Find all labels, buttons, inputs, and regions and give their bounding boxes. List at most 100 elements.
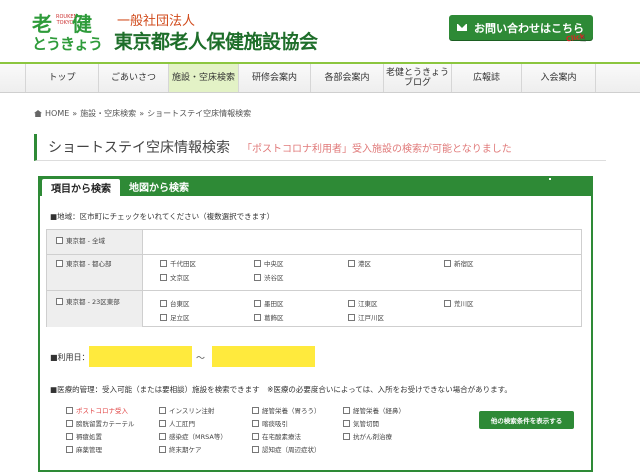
ward-checkbox[interactable]: 中央区 bbox=[254, 258, 284, 268]
nav-spacer bbox=[0, 64, 26, 92]
area-checkbox-label: 東京都 - 23区東部 bbox=[66, 298, 120, 306]
date-from-input[interactable] bbox=[89, 346, 192, 367]
checkbox[interactable] bbox=[252, 407, 259, 414]
checkbox[interactable] bbox=[56, 237, 63, 244]
medical-checkbox[interactable]: 認知症（周辺症状） bbox=[252, 444, 321, 454]
checkbox[interactable] bbox=[159, 446, 166, 453]
checkbox[interactable] bbox=[56, 298, 63, 305]
checkbox[interactable] bbox=[159, 433, 166, 440]
checkbox[interactable] bbox=[252, 433, 259, 440]
show-more-conditions-button[interactable]: 他の検索条件を表示する bbox=[479, 411, 574, 429]
checkbox[interactable] bbox=[343, 433, 350, 440]
checkbox[interactable] bbox=[66, 420, 73, 427]
medical-checkbox[interactable]: 経管栄養（経鼻） bbox=[343, 405, 405, 415]
site-logo[interactable]: 老 ROUKEN TOKYO 健 とうきょう bbox=[32, 8, 108, 53]
checkbox[interactable] bbox=[252, 420, 259, 427]
ward-label: 文京区 bbox=[170, 274, 190, 282]
checkbox[interactable] bbox=[444, 260, 451, 267]
ward-checkbox[interactable]: 渋谷区 bbox=[254, 272, 284, 282]
checkbox[interactable] bbox=[160, 260, 167, 267]
medical-checkbox[interactable]: 褥瘡処置 bbox=[66, 431, 102, 441]
ward-checkbox[interactable]: 港区 bbox=[348, 258, 371, 268]
medical-label: 膀胱留置カテーテル bbox=[76, 420, 135, 428]
medical-checkbox[interactable]: 感染症（MRSA等） bbox=[159, 431, 227, 441]
medical-checkbox[interactable]: 在宅酸素療法 bbox=[252, 431, 301, 441]
ward-checkbox[interactable]: 葛飾区 bbox=[254, 312, 284, 322]
global-nav: トップ ごあいさつ 施設・空床検索 研修会案内 各部会案内 老健とうきょうブログ… bbox=[0, 62, 640, 93]
checkbox[interactable] bbox=[254, 314, 261, 321]
checkbox[interactable] bbox=[160, 274, 167, 281]
nav-item-greeting[interactable]: ごあいさつ bbox=[99, 64, 169, 92]
checkbox[interactable] bbox=[348, 300, 355, 307]
checkbox[interactable] bbox=[159, 420, 166, 427]
checkbox[interactable] bbox=[66, 446, 73, 453]
ward-checkbox[interactable]: 新宿区 bbox=[444, 258, 474, 268]
nav-item-divisions[interactable]: 各部会案内 bbox=[311, 64, 384, 92]
ward-checkbox[interactable]: 江東区 bbox=[348, 298, 378, 308]
nav-item-membership[interactable]: 入会案内 bbox=[522, 64, 596, 92]
medical-checkbox[interactable]: 喀痰吸引 bbox=[252, 418, 288, 428]
medical-label: 在宅酸素療法 bbox=[262, 433, 301, 441]
breadcrumb-level1[interactable]: 施設・空床検索 bbox=[80, 108, 136, 119]
ward-checkbox[interactable]: 江戸川区 bbox=[348, 312, 384, 322]
nav-item-training[interactable]: 研修会案内 bbox=[239, 64, 311, 92]
medical-checkbox[interactable]: インスリン注射 bbox=[159, 405, 214, 415]
checkbox[interactable] bbox=[160, 300, 167, 307]
medical-checkbox[interactable]: 膀胱留置カテーテル bbox=[66, 418, 135, 428]
area-row bbox=[47, 230, 581, 255]
ward-checkbox[interactable]: 墨田区 bbox=[254, 298, 284, 308]
nav-item-blog[interactable]: 老健とうきょうブログ bbox=[384, 64, 452, 92]
medical-checkbox[interactable]: 麻薬管理 bbox=[66, 444, 102, 454]
breadcrumb-home[interactable]: HOME bbox=[45, 109, 69, 118]
checkbox[interactable] bbox=[56, 260, 63, 267]
area-checkbox-all-tokyo[interactable]: 東京都 - 全域 bbox=[56, 235, 105, 245]
checkbox[interactable] bbox=[252, 446, 259, 453]
page-title: ショートステイ空床情報検索 bbox=[48, 140, 230, 156]
ward-checkbox[interactable]: 足立区 bbox=[160, 312, 190, 322]
ward-checkbox[interactable]: 千代田区 bbox=[160, 258, 196, 268]
medical-checkbox[interactable]: 経管栄養（胃ろう） bbox=[252, 405, 321, 415]
date-to-input[interactable] bbox=[212, 346, 315, 367]
date-range-separator: 〜 bbox=[196, 354, 206, 364]
home-icon bbox=[34, 110, 42, 117]
checkbox[interactable] bbox=[66, 433, 73, 440]
checkbox[interactable] bbox=[160, 314, 167, 321]
medical-checkbox-post-covid[interactable]: ポストコロナ受入 bbox=[66, 405, 128, 415]
tab-item-search[interactable]: 項目から検索 bbox=[42, 179, 120, 196]
checkbox[interactable] bbox=[254, 300, 261, 307]
ward-checkbox[interactable]: 荒川区 bbox=[444, 298, 474, 308]
medical-checkbox[interactable]: 終末期ケア bbox=[159, 444, 202, 454]
medical-label: 経管栄養（胃ろう） bbox=[262, 407, 321, 415]
nav-item-magazine[interactable]: 広報誌 bbox=[452, 64, 522, 92]
ward-label: 江戸川区 bbox=[358, 314, 384, 322]
checkbox[interactable] bbox=[66, 407, 73, 414]
checkbox[interactable] bbox=[343, 407, 350, 414]
checkbox[interactable] bbox=[254, 274, 261, 281]
tab-map-search[interactable]: 地図から検索 bbox=[120, 176, 198, 196]
breadcrumb: HOME » 施設・空床検索 » ショートステイ空床情報検索 bbox=[34, 108, 251, 119]
medical-checkbox[interactable]: 気管切開 bbox=[343, 418, 379, 428]
checkbox[interactable] bbox=[444, 300, 451, 307]
ward-checkbox[interactable]: 文京区 bbox=[160, 272, 190, 282]
area-checkbox-central[interactable]: 東京都 - 都心部 bbox=[56, 258, 111, 268]
medical-label: インスリン注射 bbox=[169, 407, 215, 415]
medical-label: 経管栄養（経鼻） bbox=[353, 407, 405, 415]
ward-checkbox[interactable]: 台東区 bbox=[160, 298, 190, 308]
medical-checkbox[interactable]: 人工肛門 bbox=[159, 418, 195, 428]
medical-checkbox[interactable]: 抗がん剤治療 bbox=[343, 431, 392, 441]
checkbox[interactable] bbox=[348, 314, 355, 321]
contact-button-label: お問い合わせはこちら bbox=[474, 21, 584, 35]
checkbox[interactable] bbox=[348, 260, 355, 267]
medical-label: 終末期ケア bbox=[169, 446, 202, 454]
tab-dot bbox=[549, 178, 551, 180]
mail-icon bbox=[457, 24, 467, 31]
checkbox[interactable] bbox=[159, 407, 166, 414]
org-name[interactable]: 東京都老人保健施設協会 bbox=[114, 27, 318, 54]
area-checkbox-east[interactable]: 東京都 - 23区東部 bbox=[56, 296, 120, 306]
checkbox[interactable] bbox=[343, 420, 350, 427]
area-row bbox=[47, 291, 581, 327]
ward-label: 江東区 bbox=[358, 300, 378, 308]
nav-item-top[interactable]: トップ bbox=[26, 64, 99, 92]
checkbox[interactable] bbox=[254, 260, 261, 267]
nav-item-facility-search[interactable]: 施設・空床検索 bbox=[169, 64, 239, 92]
